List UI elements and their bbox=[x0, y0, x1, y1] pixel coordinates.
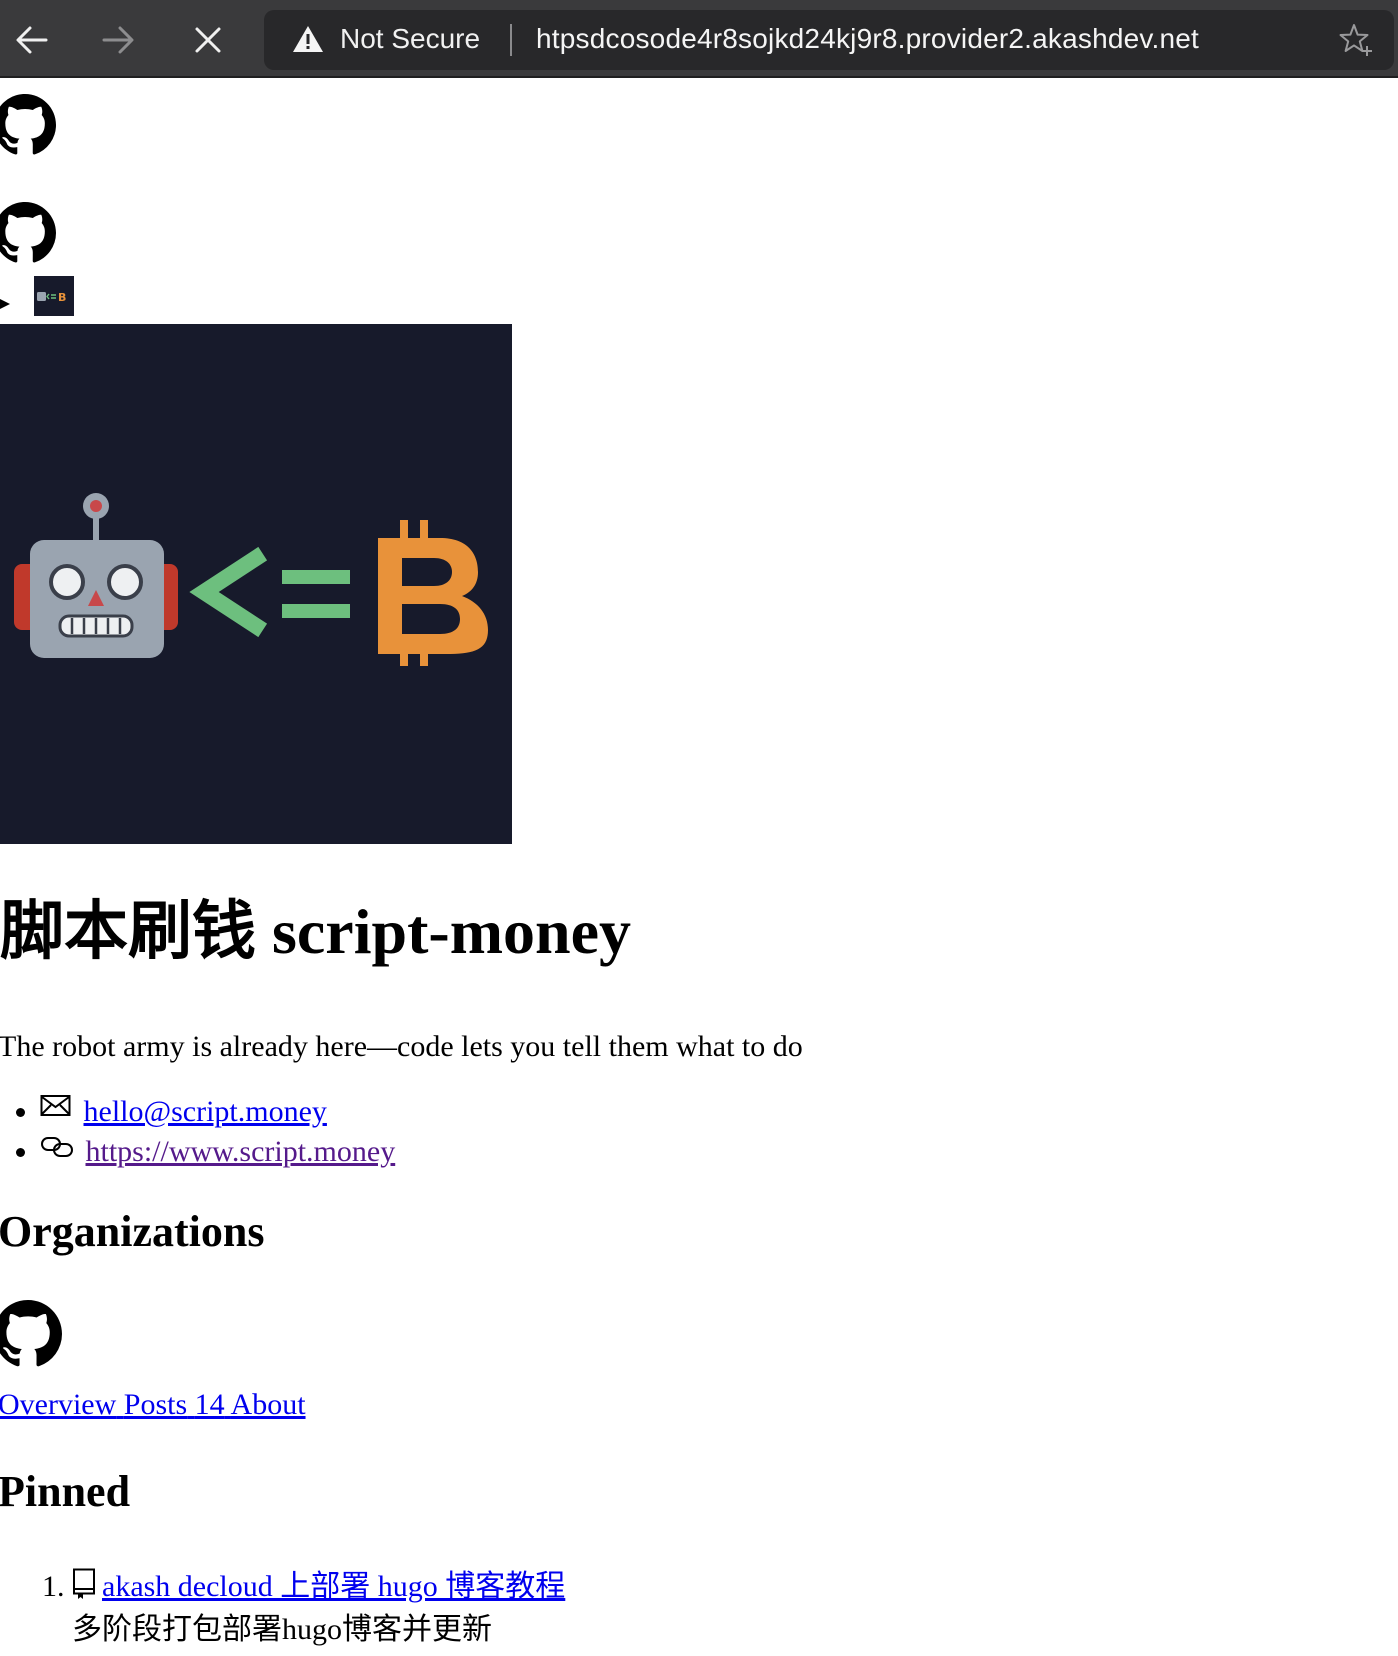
close-icon bbox=[195, 27, 221, 53]
address-divider bbox=[510, 24, 512, 56]
tab-posts-label: Posts bbox=[123, 1388, 188, 1421]
email-link[interactable]: hello@script.money bbox=[84, 1095, 327, 1128]
svg-text:B: B bbox=[58, 291, 66, 304]
pinned-repo-description: 多阶段打包部署hugo博客并更新 bbox=[72, 1613, 492, 1646]
security-label[interactable]: Not Secure bbox=[340, 23, 480, 55]
back-button[interactable] bbox=[8, 16, 56, 64]
github-icon[interactable] bbox=[0, 202, 56, 264]
tab-overview-label: Overview bbox=[0, 1388, 117, 1421]
avatar-thumbnail[interactable]: B bbox=[34, 276, 74, 316]
github-icon[interactable] bbox=[0, 1300, 62, 1368]
browser-toolbar: Not Secure htpsdcosode4r8sojkd24kj9r8.pr… bbox=[0, 0, 1398, 78]
pinned-repo-link[interactable]: akash decloud 上部署 hugo 博客教程 bbox=[102, 1570, 565, 1603]
page-title: 脚本刷钱 script-money bbox=[0, 896, 632, 967]
repo-icon bbox=[73, 1568, 95, 1599]
website-link[interactable]: https://www.script.money bbox=[86, 1135, 396, 1168]
avatar-image bbox=[0, 324, 512, 844]
warning-triangle-icon bbox=[293, 26, 323, 52]
address-bar[interactable]: Not Secure htpsdcosode4r8sojkd24kj9r8.pr… bbox=[264, 10, 1394, 70]
mail-icon bbox=[40, 1095, 71, 1116]
forward-button[interactable] bbox=[94, 16, 142, 64]
pinned-list: akash decloud 上部署 hugo 博客教程 多阶段打包部署hugo博… bbox=[0, 1564, 565, 1650]
pinned-heading: Pinned bbox=[0, 1467, 131, 1516]
star-plus-icon[interactable] bbox=[1338, 22, 1374, 58]
tab-overview[interactable]: Overview Posts 14 About bbox=[0, 1388, 306, 1421]
tab-posts-count: 14 bbox=[194, 1388, 225, 1421]
tab-about-label: About bbox=[230, 1388, 306, 1421]
link-icon bbox=[41, 1137, 73, 1157]
list-item: akash decloud 上部署 hugo 博客教程 多阶段打包部署hugo博… bbox=[72, 1564, 565, 1650]
list-item: https://www.script.money bbox=[40, 1132, 395, 1172]
contact-list: hello@script.money https://www.script.mo… bbox=[0, 1092, 395, 1172]
arrow-left-icon bbox=[16, 26, 48, 54]
organizations-heading: Organizations bbox=[0, 1207, 265, 1256]
list-item: hello@script.money bbox=[40, 1092, 395, 1132]
disclosure-triangle-icon[interactable] bbox=[0, 296, 12, 312]
stop-button[interactable] bbox=[184, 16, 232, 64]
arrow-right-icon bbox=[102, 26, 134, 54]
url-text[interactable]: htpsdcosode4r8sojkd24kj9r8.provider2.aka… bbox=[536, 23, 1199, 55]
profile-tabs: Overview Posts 14 About bbox=[0, 1388, 306, 1422]
github-icon[interactable] bbox=[0, 94, 56, 156]
profile-tagline: The robot army is already here—code lets… bbox=[0, 1030, 803, 1063]
